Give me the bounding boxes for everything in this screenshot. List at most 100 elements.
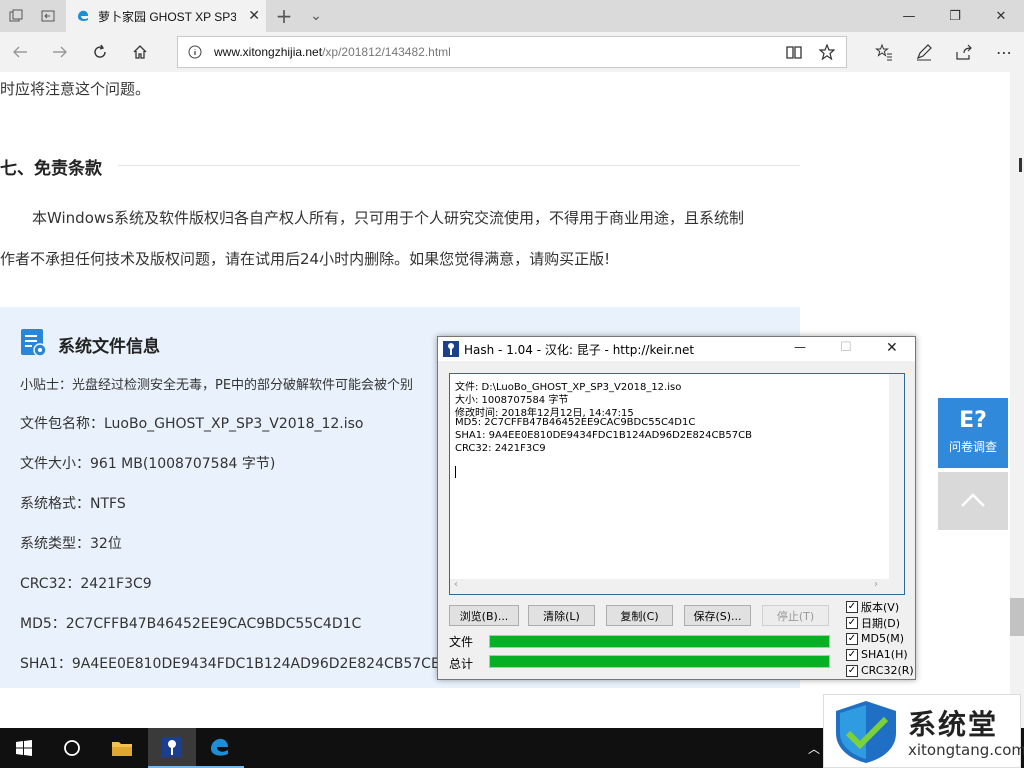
web-note-pen-icon[interactable]	[904, 32, 944, 72]
dialog-maximize-button[interactable]: ☐	[840, 340, 852, 355]
checkbox-md5-box[interactable]: ✓	[846, 632, 858, 645]
crc32-row: CRC32：2421F3C9	[20, 576, 152, 592]
total-progress-label: 总计	[449, 657, 474, 671]
scroll-left-icon[interactable]: ‹	[454, 579, 458, 590]
hash-app-icon	[443, 341, 459, 361]
clear-button[interactable]: 清除(L)	[528, 605, 595, 626]
copy-button[interactable]: 复制(C)	[606, 605, 673, 626]
set-tabs-aside-icon[interactable]	[32, 0, 64, 32]
md5-row: MD5：2C7CFFB47B46452EE9CAC9BDC55C4D1C	[20, 616, 362, 632]
tab-title: 萝卜家园 GHOST XP SP3	[98, 10, 236, 24]
url-domain: www.xitongzhijia.net	[214, 45, 323, 59]
refresh-icon[interactable]	[80, 32, 120, 72]
checkbox-version-box[interactable]: ✓	[846, 600, 858, 613]
file-progress-label: 文件	[449, 635, 474, 649]
dialog-minimize-button[interactable]: —	[794, 340, 806, 354]
section-title: 七、免责条款	[0, 159, 102, 179]
file-progress-fill	[490, 636, 829, 647]
favorites-hub-icon[interactable]	[864, 32, 904, 72]
tip-text: 小贴士：光盘经过检测安全无毒，PE中的部分破解软件可能会被个别	[20, 378, 414, 393]
cortana-search-icon[interactable]	[48, 728, 96, 768]
save-button[interactable]: 保存(S)...	[684, 605, 751, 626]
checkbox-sha1-label: SHA1(H)	[861, 648, 908, 661]
dialog-titlebar[interactable]: Hash - 1.04 - 汉化: 昆子 - http://keir.net —…	[438, 337, 915, 361]
new-tab-button[interactable]: +	[268, 0, 300, 32]
total-progress-bar	[489, 655, 830, 668]
info-icon[interactable]	[188, 45, 202, 63]
url-text: www.xitongzhijia.net/xp/201812/143482.ht…	[214, 45, 451, 59]
tab-list-chevron-icon[interactable]: ⌄	[300, 0, 332, 32]
output-line-md5: MD5: 2C7CFFB47B46452EE9CAC9BDC55C4D1C	[455, 417, 696, 428]
hash-dialog: Hash - 1.04 - 汉化: 昆子 - http://keir.net —…	[437, 336, 916, 680]
url-path: /xp/201812/143482.html	[322, 45, 451, 59]
file-explorer-icon[interactable]	[98, 728, 146, 768]
dialog-title: Hash - 1.04 - 汉化: 昆子 - http://keir.net	[464, 342, 695, 357]
forward-icon[interactable]	[40, 32, 80, 72]
back-icon[interactable]	[0, 32, 40, 72]
section-divider	[118, 165, 800, 166]
dialog-close-button[interactable]: ✕	[886, 340, 898, 356]
format-row: 系统格式：NTFS	[20, 496, 126, 512]
browse-button[interactable]: 浏览(B)...	[449, 605, 519, 626]
share-icon[interactable]	[944, 32, 984, 72]
system-type-row: 系统类型：32位	[20, 536, 122, 552]
file-size-row: 文件大小：961 MB(1008707584 字节)	[20, 456, 276, 472]
stop-button[interactable]: 停止(T)	[762, 605, 829, 626]
scroll-right-icon[interactable]: ›	[874, 579, 878, 590]
watermark-brand: 系统堂	[908, 708, 999, 741]
file-info-icon	[20, 328, 48, 362]
info-title: 系统文件信息	[58, 337, 160, 357]
checkbox-date[interactable]: ✓ 日期(D)	[846, 615, 916, 630]
tray-chevron-icon[interactable]: ︿	[808, 740, 820, 757]
file-name-row: 文件包名称：LuoBo_GHOST_XP_SP3_V2018_12.iso	[20, 416, 364, 432]
paragraph-line-2: 作者不承担任何技术及版权问题，请在试用后24小时内删除。如果您觉得满意，请购买正…	[0, 250, 611, 268]
checkbox-crc32[interactable]: ✓ CRC32(R)	[846, 663, 916, 678]
chevron-up-icon	[961, 493, 985, 507]
page-scrollbar-thumb[interactable]	[1010, 598, 1024, 636]
checkbox-sha1-box[interactable]: ✓	[846, 648, 858, 661]
url-bar[interactable]: www.xitongzhijia.net/xp/201812/143482.ht…	[177, 36, 847, 68]
checkbox-version[interactable]: ✓ 版本(V)	[846, 599, 916, 614]
checkbox-md5[interactable]: ✓ MD5(M)	[846, 631, 916, 646]
home-icon[interactable]	[120, 32, 160, 72]
survey-label: 问卷调查	[948, 440, 997, 454]
back-to-top-button[interactable]	[938, 472, 1008, 530]
close-window-button[interactable]: ✕	[978, 0, 1024, 32]
checkbox-date-label: 日期(D)	[861, 616, 901, 630]
reading-view-icon[interactable]	[786, 45, 802, 64]
favorite-star-icon[interactable]	[818, 43, 836, 64]
checkbox-crc32-label: CRC32(R)	[861, 664, 914, 677]
file-progress-bar	[489, 635, 830, 648]
checkbox-date-box[interactable]: ✓	[846, 616, 858, 629]
xitongtang-watermark-logo: 系统堂 xitongtang.com	[823, 694, 1024, 768]
shield-logo-icon	[836, 701, 896, 763]
survey-icon: E?	[959, 408, 987, 433]
watermark-domain: xitongtang.com	[908, 741, 1024, 759]
text-cursor-marker	[1019, 158, 1022, 172]
edge-taskbar-icon[interactable]	[196, 728, 244, 768]
edge-favicon-icon	[76, 8, 90, 26]
output-line-crc32: CRC32: 2421F3C9	[455, 443, 546, 454]
tab-preview-icon[interactable]	[0, 0, 32, 32]
output-line-sha1: SHA1: 9A4EE0E810DE9434FDC1B124AD96D2E824…	[455, 430, 752, 441]
checkbox-sha1[interactable]: ✓ SHA1(H)	[846, 647, 916, 662]
checkbox-version-label: 版本(V)	[861, 600, 900, 614]
total-progress-fill	[490, 656, 829, 667]
survey-button[interactable]: E? 问卷调查	[938, 398, 1008, 468]
paragraph-line-1: 本Windows系统及软件版权归各自产权人所有，只可用于个人研究交流使用，不得用…	[32, 209, 744, 227]
hash-output-textarea[interactable]: 文件: D:\LuoBo_GHOST_XP_SP3_V2018_12.iso 大…	[449, 373, 905, 595]
checkbox-crc32-box[interactable]: ✓	[846, 664, 858, 677]
tab-active[interactable]: 萝卜家园 GHOST XP SP3 ✕	[66, 0, 266, 33]
textarea-vscrollbar[interactable]	[889, 374, 904, 579]
tab-close-icon[interactable]: ✕	[248, 8, 260, 24]
minimize-button[interactable]: —	[886, 0, 932, 32]
more-menu-icon[interactable]: ⋯	[984, 32, 1024, 72]
text-caret	[455, 466, 456, 478]
restore-button[interactable]: ❐	[932, 0, 978, 32]
checkbox-md5-label: MD5(M)	[861, 632, 905, 645]
top-text: 时应将注意这个问题。	[0, 80, 151, 98]
sha1-row: SHA1：9A4EE0E810DE9434FDC1B124AD96D2E824C…	[20, 656, 441, 672]
windows-start-icon[interactable]	[0, 728, 48, 768]
hash-taskbar-icon[interactable]	[148, 728, 196, 768]
textarea-hscrollbar[interactable]: ‹ ›	[450, 579, 904, 594]
